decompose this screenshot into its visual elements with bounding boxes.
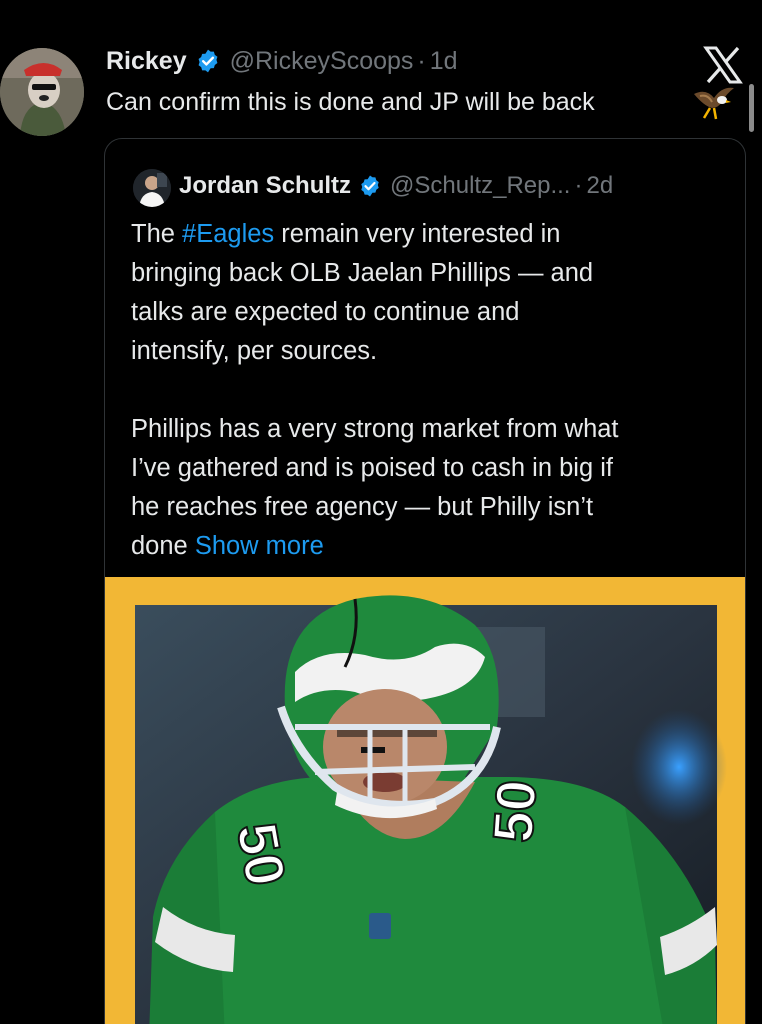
text-line: The #Eagles remain very interested in <box>131 215 731 254</box>
text-fragment: remain very interested in <box>274 220 561 248</box>
quoted-tweet-header: Jordan Schultz @Schultz_Rep... · 2d <box>179 169 613 203</box>
author-handle[interactable]: @RickeyScoops <box>230 44 414 78</box>
verified-badge-icon <box>358 174 382 198</box>
avatar-image <box>0 48 84 136</box>
nfl-logo-icon <box>369 913 391 939</box>
quoted-author-name[interactable]: Jordan Schultz <box>179 169 351 203</box>
jersey-number-right: 50 <box>481 778 548 845</box>
quoted-tweet-card[interactable]: Jordan Schultz @Schultz_Rep... · 2d The … <box>104 138 746 1024</box>
show-more-link[interactable]: Show more <box>195 532 324 560</box>
header-separator: · <box>417 47 426 75</box>
hashtag-link[interactable]: #Eagles <box>182 220 274 248</box>
text-line: Phillips has a very strong market from w… <box>131 415 619 443</box>
quoted-tweet-text: The #Eagles remain very interested in br… <box>131 215 731 566</box>
text-line: he reaches free agency — but Philly isn’… <box>131 493 594 521</box>
tweet-header: Rickey @RickeyScoops · 1d <box>106 44 458 78</box>
jersey-number-left: 50 <box>225 818 298 890</box>
scrollbar-thumb[interactable] <box>749 84 754 132</box>
text-fragment: done <box>131 532 195 560</box>
verified-badge-icon <box>195 48 221 74</box>
quoted-avatar-image <box>133 169 171 207</box>
quoted-tweet-timestamp[interactable]: 2d <box>586 169 613 203</box>
text-fragment: The <box>131 220 183 248</box>
text-line: intensify, per sources. <box>131 337 378 365</box>
header-separator: · <box>574 172 583 199</box>
quoted-author-handle[interactable]: @Schultz_Rep... <box>390 169 570 203</box>
tweet-media-image[interactable]: 50 50 <box>105 577 745 1024</box>
text-line: I’ve gathered and is poised to cash in b… <box>131 454 613 482</box>
football-player-photo: 50 50 <box>105 577 745 1024</box>
eagle-emoji-icon <box>692 84 736 122</box>
text-line: talks are expected to continue and <box>131 298 520 326</box>
x-logo-icon <box>703 46 743 84</box>
tweet-timestamp[interactable]: 1d <box>430 44 458 78</box>
tweet-text: Can confirm this is done and JP will be … <box>106 88 595 116</box>
author-avatar[interactable] <box>0 48 84 136</box>
quoted-author-avatar[interactable] <box>133 169 171 207</box>
text-line: bringing back OLB Jaelan Phillips — and <box>131 259 594 287</box>
author-name[interactable]: Rickey <box>106 44 187 78</box>
post-page: Rickey @RickeyScoops · 1d Can confirm th… <box>0 0 762 1024</box>
text-line: done Show more <box>131 527 731 566</box>
